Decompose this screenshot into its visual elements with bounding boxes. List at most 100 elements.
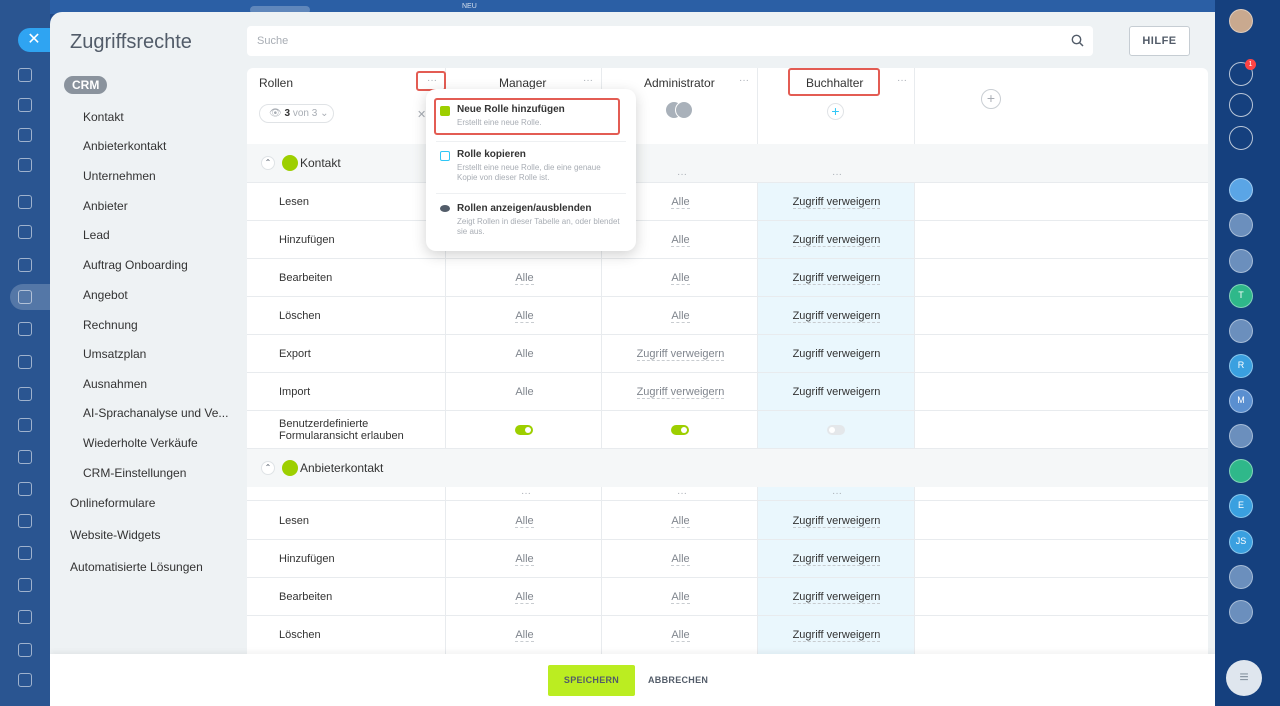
cancel-button[interactable]: ABBRECHEN [648,665,708,696]
permission-cell[interactable]: Alle [446,629,603,642]
permission-cell[interactable]: Zugriff verweigern [602,348,759,361]
toggle-administrator[interactable] [671,425,689,435]
menu-icon [18,258,32,272]
permission-cell[interactable]: Alle [602,591,759,604]
permission-cell[interactable]: Zugriff verweigern [758,591,915,604]
nav-item-rechnung[interactable]: Rechnung [83,318,138,332]
permission-cell[interactable]: Zugriff verweigern [758,348,915,360]
more-icon[interactable]: ··· [832,488,842,499]
chat-avatar[interactable] [1229,178,1253,202]
permission-cell[interactable]: Alle [446,348,603,360]
row-label: Import [279,386,311,398]
menu-icon [18,418,32,432]
search-input[interactable] [247,26,1047,56]
nav-item-unternehmen[interactable]: Unternehmen [83,169,156,183]
permission-cell[interactable]: Alle [446,272,603,285]
permission-cell[interactable]: Alle [602,515,759,528]
save-button[interactable]: SPEICHERN [548,665,635,696]
search-icon[interactable] [1071,34,1084,47]
help-button[interactable]: HILFE [1129,26,1190,56]
chevron-up-icon[interactable]: ⌃ [261,461,275,475]
target-icon[interactable] [1229,93,1253,117]
close-slider-button[interactable]: ✕ [18,28,50,52]
permission-cell[interactable]: Alle [446,386,603,398]
nav-item-crm-einstellungen[interactable]: CRM-Einstellungen [83,466,186,480]
nav-item-anbieter[interactable]: Anbieter [83,199,128,213]
nav-item-website-widgets[interactable]: Website-Widgets [70,528,160,542]
menu-divider [436,193,626,194]
nav-item-lead[interactable]: Lead [83,228,110,242]
buchhalter-more-icon[interactable]: ··· [897,75,907,86]
nav-item-onlineformulare[interactable]: Onlineformulare [70,496,155,510]
row-divider [247,182,1208,183]
row-divider [247,372,1208,373]
menu-icon[interactable]: ≡ [1226,660,1262,696]
more-icon[interactable]: ··· [832,169,842,180]
permission-cell[interactable]: Alle [446,310,603,323]
toggle-manager[interactable] [515,425,533,435]
chat-avatar[interactable] [1229,459,1253,483]
nav-item-kontakt[interactable]: Kontakt [83,110,124,124]
permission-cell[interactable]: Zugriff verweigern [758,629,915,642]
search-box [247,26,1093,56]
nav-item-ai-sprachanalyse[interactable]: AI-Sprachanalyse und Ve... [83,406,228,420]
nav-item-umsatzplan[interactable]: Umsatzplan [83,347,146,361]
nav-item-angebot[interactable]: Angebot [83,288,128,302]
permission-cell[interactable]: Alle [446,553,603,566]
chat-avatar-e[interactable]: E [1229,494,1253,518]
manager-more-icon[interactable]: ··· [583,75,593,86]
chat-search-icon[interactable] [1229,126,1253,150]
nav-item-ausnahmen[interactable]: Ausnahmen [83,377,147,391]
permission-cell[interactable]: Zugriff verweigern [602,386,759,399]
menu-icon [18,158,32,172]
administrator-more-icon[interactable]: ··· [739,75,749,86]
permission-cell[interactable]: Alle [446,515,603,528]
administrator-users-avatars[interactable] [665,101,695,119]
permission-cell[interactable]: Zugriff verweigern [758,234,915,247]
menu-icon [18,195,32,209]
add-role-plus-icon[interactable]: + [981,89,1001,109]
row-divider [247,220,1208,221]
visible-roles-counter[interactable]: 👁 3 von 3 ⌄ [259,104,334,123]
more-icon[interactable]: ··· [677,169,687,180]
chat-avatar[interactable] [1229,565,1253,589]
chat-avatar[interactable] [1229,319,1253,343]
chat-avatar[interactable] [1229,249,1253,273]
permission-cell[interactable]: Alle [602,629,759,642]
eye-icon [440,205,450,212]
user-avatar[interactable] [1229,9,1253,33]
chat-avatar-m[interactable]: M [1229,389,1253,413]
permission-cell[interactable]: Alle [602,272,759,285]
collapse-icon[interactable]: ✕ [417,108,426,121]
menu-icon [18,225,32,239]
nav-item-wiederholte-verkaeufe[interactable]: Wiederholte Verkäufe [83,436,198,450]
permission-cell[interactable]: Zugriff verweigern [758,310,915,323]
column-header-manager: Manager [499,76,547,90]
chat-avatar-t[interactable]: T [1229,284,1253,308]
nav-item-anbieterkontakt[interactable]: Anbieterkontakt [83,139,166,153]
chevron-up-icon[interactable]: ⌃ [261,156,275,170]
row-label: Bearbeiten [279,591,333,603]
chat-avatar[interactable] [1229,600,1253,624]
chat-avatar-r[interactable]: R [1229,354,1253,378]
add-user-plus-icon[interactable]: + [827,103,844,120]
permission-cell[interactable]: Zugriff verweigern [758,386,915,398]
permission-cell[interactable]: Zugriff verweigern [758,553,915,566]
chat-avatar[interactable] [1229,213,1253,237]
permission-cell[interactable]: Alle [602,553,759,566]
more-icon[interactable]: ··· [677,488,687,499]
chat-avatar[interactable] [1229,424,1253,448]
nav-crm[interactable]: CRM [64,76,108,94]
toggle-buchhalter[interactable] [827,425,845,435]
column-header-administrator: Administrator [644,76,715,90]
permission-cell[interactable]: Zugriff verweigern [758,196,915,209]
chat-avatar-js[interactable]: JS [1229,530,1253,554]
permission-cell[interactable]: Alle [602,310,759,323]
permission-cell[interactable]: Zugriff verweigern [758,515,915,528]
permission-cell[interactable]: Alle [446,591,603,604]
row-divider [247,615,1208,616]
nav-item-automatisierte-loesungen[interactable]: Automatisierte Lösungen [70,560,203,574]
permission-cell[interactable]: Zugriff verweigern [758,272,915,285]
nav-item-auftrag-onboarding[interactable]: Auftrag Onboarding [83,258,188,272]
more-icon[interactable]: ··· [521,488,531,499]
